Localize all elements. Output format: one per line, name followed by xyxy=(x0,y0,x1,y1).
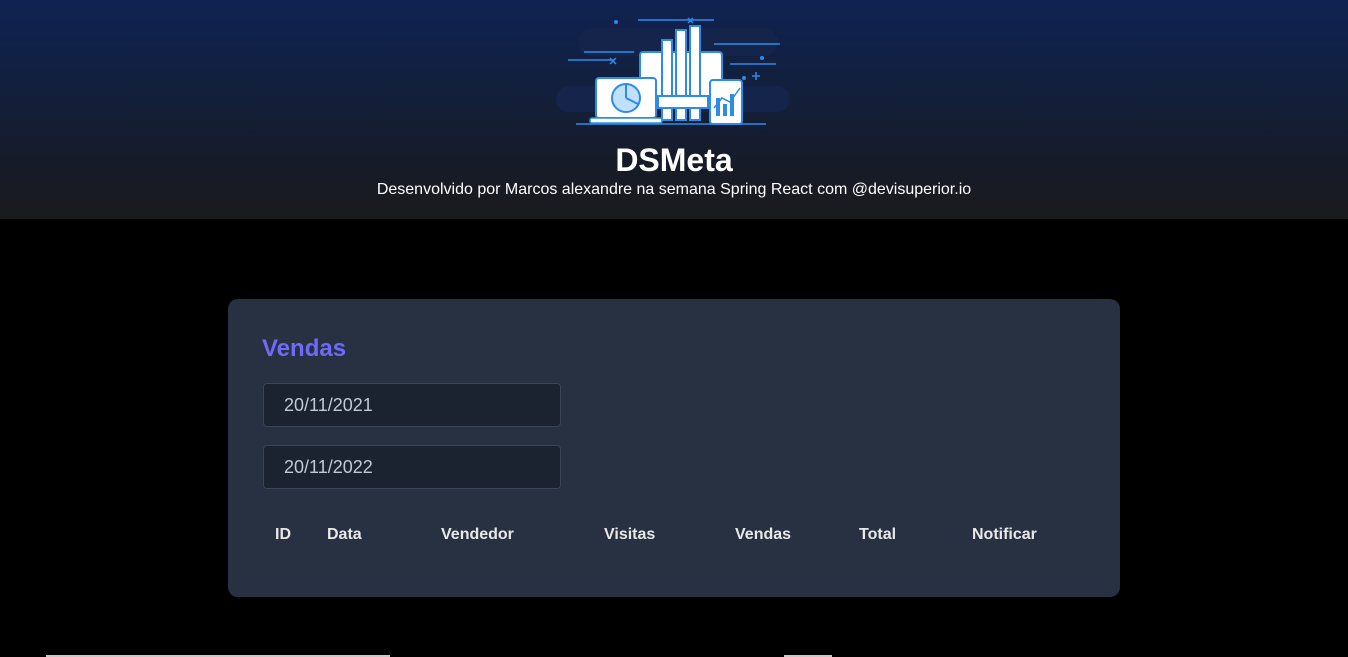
column-header-total: Total xyxy=(859,526,897,543)
column-header-vendedor: Vendedor xyxy=(441,526,514,543)
date-max-input[interactable]: 20/11/2022 xyxy=(263,445,561,489)
dashboard-devices-illustration-icon xyxy=(556,17,790,125)
column-header-id: ID xyxy=(275,526,291,543)
column-header-data: Data xyxy=(327,526,362,543)
date-min-input[interactable]: 20/11/2021 xyxy=(263,383,561,427)
column-header-visitas: Visitas xyxy=(604,526,656,543)
app-subtitle: Desenvolvido por Marcos alexandre na sem… xyxy=(376,181,972,198)
app-header: DSMeta Desenvolvido por Marcos alexandre… xyxy=(0,0,1348,219)
column-header-vendas: Vendas xyxy=(735,526,792,543)
sales-card: Vendas 20/11/2021 20/11/2022 ID Data Ven… xyxy=(228,299,1120,597)
sales-card-title: Vendas xyxy=(262,335,347,362)
app-title: DSMeta xyxy=(615,142,733,178)
column-header-notificar: Notificar xyxy=(972,526,1037,543)
